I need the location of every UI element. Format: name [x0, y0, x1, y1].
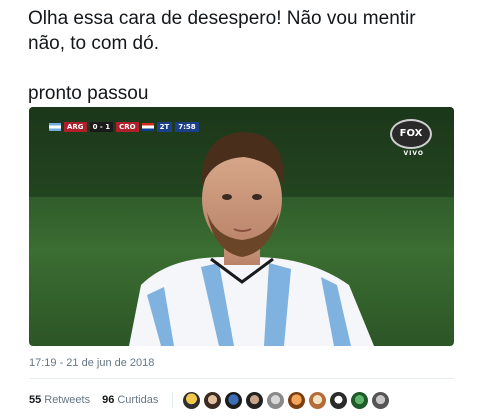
avatar[interactable]: [309, 391, 327, 409]
croatia-flag-icon: [141, 122, 154, 131]
team1-label: ARG: [64, 121, 87, 132]
broadcaster-logo-icon: FOX: [390, 119, 432, 149]
divider: [29, 378, 454, 379]
avatar[interactable]: [267, 391, 285, 409]
liker-avatars: [183, 391, 390, 409]
avatar[interactable]: [288, 391, 306, 409]
retweets-stat[interactable]: 55 Retweets: [29, 394, 90, 406]
avatar[interactable]: [225, 391, 243, 409]
stats-separator: [172, 392, 174, 408]
tweet-text: Olha essa cara de desespero! Não vou men…: [28, 6, 468, 106]
scorebug: ARG 0 - 1 CRO 2T 7:58: [49, 121, 199, 132]
clock-label: 7:58: [175, 121, 199, 132]
team2-label: CRO: [116, 121, 139, 132]
score-label: 0 - 1: [89, 121, 114, 132]
argentina-flag-icon: [49, 122, 61, 131]
retweets-count: 55: [29, 394, 42, 406]
player-photo: [29, 107, 454, 346]
avatar[interactable]: [330, 391, 348, 409]
tweet-timestamp[interactable]: 17:19 - 21 de jun de 2018: [29, 357, 154, 369]
avatar[interactable]: [351, 391, 369, 409]
avatar[interactable]: [372, 391, 390, 409]
tweet-text-line: não, to com dó.: [28, 33, 159, 54]
period-label: 2T: [156, 121, 173, 132]
avatar[interactable]: [204, 391, 222, 409]
tweet-stats: 55 Retweets 96 Curtidas: [29, 391, 390, 409]
likes-stat[interactable]: 96 Curtidas: [102, 394, 158, 406]
tweet-text-line: Olha essa cara de desespero! Não vou men…: [28, 8, 416, 29]
likes-label: Curtidas: [117, 394, 159, 406]
retweets-label: Retweets: [44, 394, 91, 406]
avatar[interactable]: [246, 391, 264, 409]
live-label: VIVO: [403, 150, 424, 157]
likes-count: 96: [102, 394, 115, 406]
avatar[interactable]: [183, 391, 201, 409]
tweet-media-image[interactable]: ARG 0 - 1 CRO 2T 7:58 FOX VIVO: [29, 107, 454, 346]
tweet-text-line: pronto passou: [28, 83, 149, 104]
